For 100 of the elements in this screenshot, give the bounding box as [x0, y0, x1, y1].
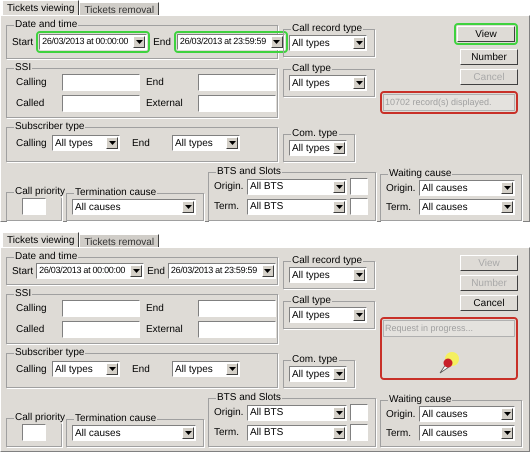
action-button[interactable]: Number — [460, 49, 518, 65]
dropdown[interactable]: All types — [172, 135, 240, 151]
caret-icon — [108, 367, 116, 371]
dropdown[interactable]: 26/03/2013 at 23:59:59 — [176, 34, 285, 50]
group-title: Call record type — [291, 255, 364, 267]
field-label: Term. — [214, 426, 240, 440]
group-title: Com. type — [291, 128, 339, 140]
group-title: BTS and Slots — [216, 166, 282, 178]
text-field[interactable] — [62, 74, 140, 91]
text-field[interactable] — [22, 424, 46, 441]
group-title: Waiting cause — [388, 168, 452, 180]
text-field[interactable] — [350, 198, 368, 215]
text-field[interactable] — [350, 424, 368, 441]
dropdown[interactable]: All types — [289, 35, 367, 51]
field-label: Start — [12, 264, 34, 278]
caret-icon — [228, 141, 236, 145]
dropdown[interactable]: All causes — [419, 406, 515, 422]
text-field[interactable] — [198, 300, 276, 317]
dropdown[interactable]: All BTS — [247, 404, 347, 420]
action-button[interactable]: Cancel — [460, 295, 518, 311]
dropdown[interactable]: All types — [289, 366, 347, 382]
caret-icon — [273, 40, 280, 44]
text-field[interactable] — [198, 95, 276, 112]
text-field[interactable] — [62, 300, 140, 317]
dropdown[interactable]: All causes — [419, 199, 515, 215]
dropdown[interactable]: 26/03/2013 at 00:00:00 — [36, 263, 144, 279]
group-title: Date and time — [14, 251, 78, 263]
tab[interactable]: Tickets removal — [79, 2, 160, 15]
field-label: Origin. — [214, 180, 244, 194]
caret-icon — [504, 205, 510, 209]
dropdown[interactable]: All BTS — [247, 178, 347, 194]
dropdown[interactable]: 26/03/2013 at 23:59:59 — [168, 263, 276, 279]
dropdown[interactable]: All causes — [72, 199, 196, 215]
field-label: Origin. — [386, 182, 416, 196]
caret-icon — [504, 186, 510, 190]
caret-icon — [228, 367, 236, 371]
group-title: Com. type — [291, 354, 339, 366]
field-label: Calling — [16, 362, 46, 376]
caret-icon — [184, 431, 192, 435]
dropdown[interactable]: 26/03/2013 at 00:00:00 — [39, 34, 148, 50]
field-label: End — [153, 36, 171, 50]
tab[interactable]: Tickets viewing — [2, 232, 80, 247]
field-label: External — [146, 97, 184, 111]
caret-icon — [336, 430, 342, 434]
caret-icon — [336, 146, 342, 150]
field-label: Term. — [386, 426, 412, 440]
field-label: Start — [12, 36, 34, 50]
text-field[interactable] — [350, 404, 368, 421]
group-title: Waiting cause — [388, 394, 452, 406]
caret-icon — [264, 269, 272, 273]
status-text: Request in progress... — [383, 320, 515, 337]
caret-icon — [356, 41, 362, 45]
group-title: Subscriber type — [14, 347, 86, 359]
caret-icon — [336, 372, 342, 376]
dropdown[interactable]: All types — [289, 75, 367, 91]
field-label: End — [146, 302, 165, 316]
field-label: Term. — [214, 200, 240, 214]
field-label: End — [147, 264, 165, 278]
field-label: External — [146, 323, 184, 337]
field-label: Called — [16, 323, 46, 337]
dropdown[interactable]: All types — [52, 135, 120, 151]
text-field[interactable] — [62, 321, 140, 338]
dropdown[interactable]: All causes — [419, 180, 515, 196]
group-title: SSI — [14, 62, 32, 74]
tab[interactable]: Tickets viewing — [2, 0, 80, 15]
dropdown[interactable]: All types — [289, 267, 367, 283]
text-field[interactable] — [22, 198, 46, 215]
dropdown[interactable]: All types — [52, 361, 120, 377]
dropdown[interactable]: All BTS — [247, 198, 347, 214]
text-field[interactable] — [350, 178, 368, 195]
group-title: Call type — [291, 63, 332, 75]
group-title: Termination cause — [74, 187, 158, 199]
dropdown[interactable]: All types — [289, 140, 347, 156]
caret-icon — [356, 313, 362, 317]
group-title: SSI — [14, 288, 32, 300]
action-button[interactable]: View — [457, 26, 515, 42]
caret-icon — [136, 40, 143, 44]
dropdown[interactable]: All causes — [72, 425, 196, 441]
text-field[interactable] — [62, 95, 140, 112]
group-title: Call record type — [291, 23, 364, 35]
text-field[interactable] — [198, 74, 276, 91]
group-title: Subscriber type — [14, 121, 86, 133]
caret-icon — [504, 412, 510, 416]
field-label: End — [131, 362, 151, 376]
caret-icon — [108, 141, 116, 145]
caret-icon — [184, 205, 192, 209]
group-title: Call priority — [14, 412, 66, 424]
field-label: Calling — [16, 76, 48, 90]
text-field[interactable] — [198, 321, 276, 338]
field-label: End — [131, 136, 151, 150]
dropdown[interactable]: All types — [289, 307, 367, 323]
caret-icon — [356, 273, 362, 277]
dropdown[interactable]: All causes — [419, 425, 515, 441]
dropdown[interactable]: All BTS — [247, 424, 347, 440]
field-label: Term. — [386, 200, 412, 214]
caret-icon — [336, 184, 342, 188]
dropdown[interactable]: All types — [172, 361, 240, 377]
tab[interactable]: Tickets removal — [79, 234, 160, 247]
caret-icon — [336, 204, 342, 208]
group-title: Call priority — [14, 186, 66, 198]
